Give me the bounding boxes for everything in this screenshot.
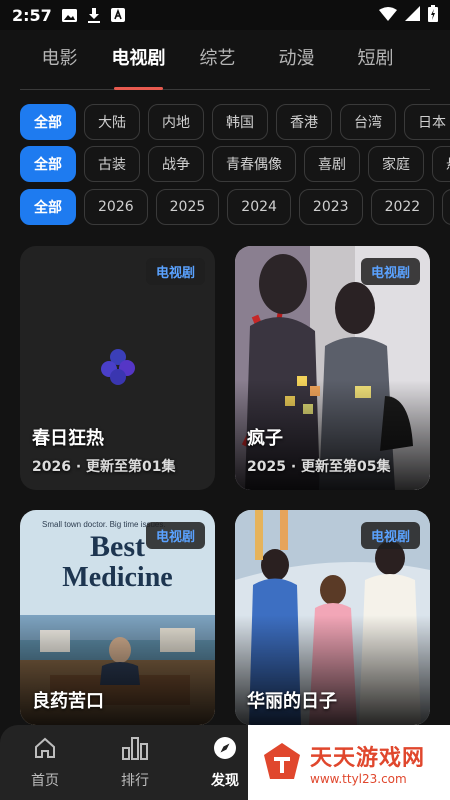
- card-title: 华丽的日子: [247, 691, 337, 712]
- video-card[interactable]: 电视剧 春日狂热 2026 · 更新至第01集: [20, 246, 215, 490]
- region-chip[interactable]: 香港: [276, 104, 332, 140]
- genre-chip[interactable]: 青春偶像: [212, 146, 296, 182]
- wifi-icon: [379, 6, 397, 25]
- year-chip[interactable]: 2022: [370, 189, 435, 225]
- genre-chip[interactable]: 悬疑: [432, 146, 450, 182]
- year-filter-row: 全部 2026 2025 2024 2023 2022 2021: [20, 188, 450, 226]
- category-tabs: 电影 电视剧 综艺 动漫 短剧: [20, 30, 430, 90]
- nav-home-label: 首页: [31, 772, 59, 789]
- poster-title-line2: Medicine: [62, 562, 173, 593]
- home-icon: [33, 736, 57, 764]
- year-chip-all[interactable]: 全部: [20, 189, 76, 225]
- card-badge: 电视剧: [145, 258, 205, 285]
- genre-chip[interactable]: 古装: [84, 146, 140, 182]
- region-filter-row: 全部 大陆 内地 韩国 香港 台湾 日本: [20, 103, 450, 141]
- site-watermark: 天天游戏网 www.ttyl23.com: [248, 725, 450, 800]
- genre-chip-all[interactable]: 全部: [20, 146, 76, 182]
- tab-anime[interactable]: 动漫: [257, 30, 336, 90]
- card-title: 春日狂热: [32, 428, 104, 449]
- nav-ranking[interactable]: 排行: [90, 725, 180, 800]
- tab-variety[interactable]: 综艺: [178, 30, 257, 90]
- year-chip[interactable]: 2021: [442, 189, 450, 225]
- watermark-url: www.ttyl23.com: [310, 771, 407, 786]
- region-chip-all[interactable]: 全部: [20, 104, 76, 140]
- card-badge: 电视剧: [145, 522, 205, 549]
- card-title: 良药苦口: [32, 691, 104, 712]
- video-card[interactable]: Small town doctor. Big time issues. Best…: [20, 510, 215, 725]
- battery-icon: [428, 4, 438, 26]
- year-chip[interactable]: 2023: [298, 189, 363, 225]
- compass-icon: [213, 736, 237, 764]
- region-chip[interactable]: 日本: [404, 104, 450, 140]
- card-subtitle: 2026 · 更新至第01集: [32, 459, 176, 475]
- app-a-icon: [110, 7, 126, 23]
- genre-filter-row: 全部 古装 战争 青春偶像 喜剧 家庭 悬疑: [20, 145, 450, 183]
- signal-icon: [405, 5, 420, 25]
- genre-chip[interactable]: 战争: [148, 146, 204, 182]
- watermark-name: 天天游戏网: [310, 745, 426, 771]
- image-icon: [62, 7, 78, 23]
- download-icon: [86, 7, 102, 23]
- card-title: 疯子: [247, 428, 283, 449]
- year-chip[interactable]: 2026: [84, 189, 148, 225]
- video-card[interactable]: 电视剧 疯子 2025 · 更新至第05集: [235, 246, 430, 490]
- genre-chip[interactable]: 家庭: [368, 146, 424, 182]
- nav-ranking-label: 排行: [121, 772, 149, 789]
- card-subtitle: 2025 · 更新至第05集: [247, 459, 391, 475]
- card-badge: 电视剧: [360, 522, 420, 549]
- status-time: 2:57: [12, 5, 52, 25]
- card-badge: 电视剧: [360, 258, 420, 285]
- genre-chip[interactable]: 喜剧: [304, 146, 360, 182]
- nav-discover-label: 发现: [211, 772, 239, 789]
- tab-short-drama[interactable]: 短剧: [336, 30, 415, 90]
- watermark-logo-icon: [262, 741, 302, 785]
- year-chip[interactable]: 2025: [155, 189, 220, 225]
- nav-home[interactable]: 首页: [0, 725, 90, 800]
- ranking-icon: [122, 736, 148, 764]
- year-chip[interactable]: 2024: [227, 189, 291, 225]
- video-card[interactable]: 电视剧 华丽的日子: [235, 510, 430, 725]
- region-chip[interactable]: 大陆: [84, 104, 140, 140]
- loading-placeholder-icon: [98, 346, 138, 390]
- region-chip[interactable]: 台湾: [340, 104, 396, 140]
- tab-tv-series[interactable]: 电视剧: [99, 30, 178, 90]
- region-chip[interactable]: 内地: [148, 104, 204, 140]
- tab-movie[interactable]: 电影: [20, 30, 99, 90]
- status-bar: 2:57: [0, 0, 450, 30]
- region-chip[interactable]: 韩国: [212, 104, 268, 140]
